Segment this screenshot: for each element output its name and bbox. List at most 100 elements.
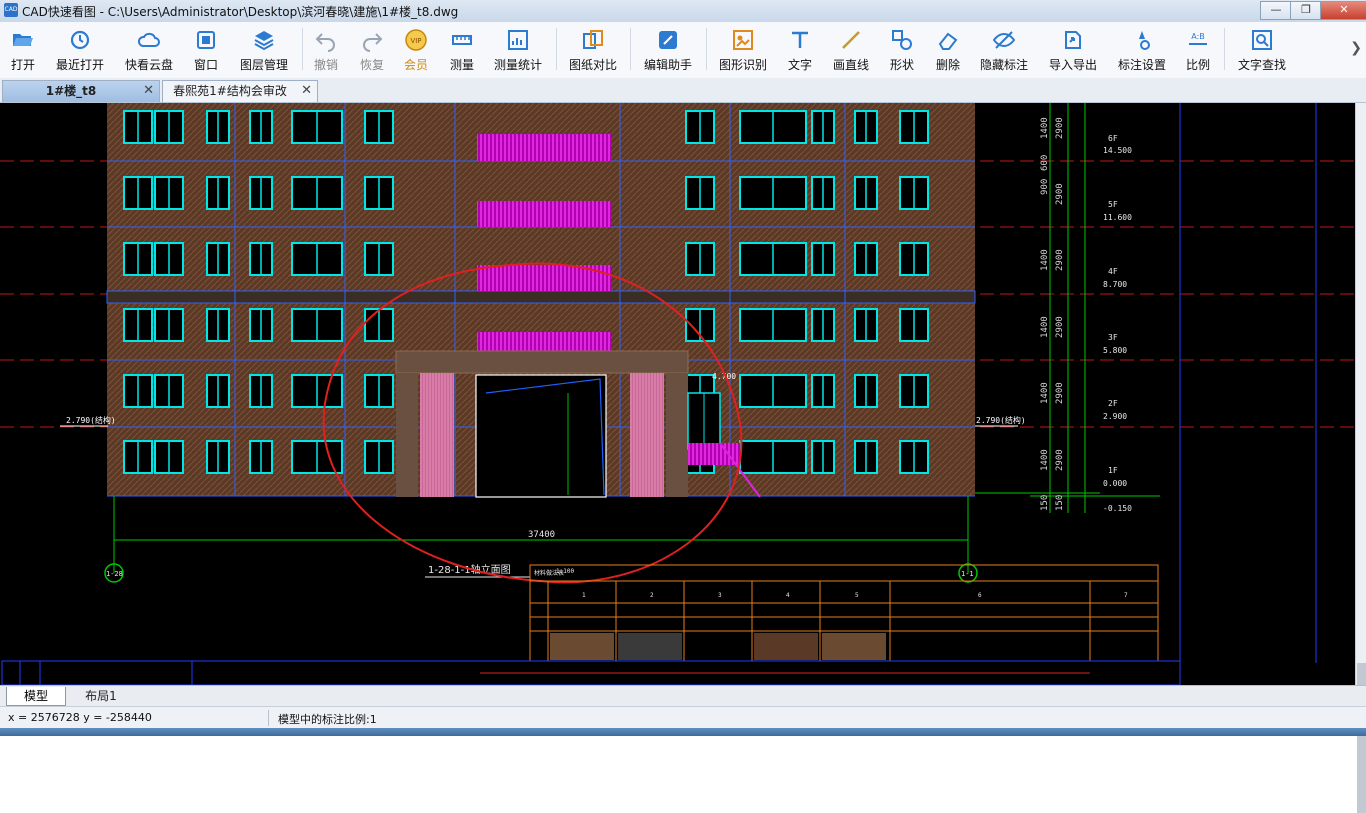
recent-button[interactable]: 最近打开 (52, 25, 108, 75)
edit-assistant-label: 编辑助手 (643, 58, 692, 72)
measure-stats-icon (508, 30, 528, 50)
shapes-label: 形状 (889, 58, 914, 72)
svg-text:5.800: 5.800 (1103, 346, 1127, 355)
open-button[interactable]: 打开 (2, 25, 44, 75)
delete-button[interactable]: 删除 (930, 25, 966, 75)
window-label: 窗口 (193, 58, 218, 72)
svg-text:3: 3 (718, 592, 722, 599)
shape-recognize-button[interactable]: 图形识别 (714, 25, 772, 75)
annotation-settings-button[interactable]: 标注设置 (1114, 25, 1170, 75)
tab-model[interactable]: 模型 (6, 687, 66, 706)
svg-text:7: 7 (1124, 592, 1128, 599)
right-dimensions (975, 103, 1160, 513)
scale-icon: A:B (1189, 32, 1207, 45)
measure-label: 测量 (449, 58, 474, 72)
window-icon (197, 31, 215, 49)
toolbar-more-icon[interactable]: ❯ (1350, 40, 1362, 56)
svg-text:1400: 1400 (1040, 117, 1050, 139)
maximize-button[interactable]: ❐ (1290, 1, 1322, 20)
material-table (529, 564, 1159, 662)
redo-label: 恢复 (359, 58, 384, 72)
svg-text:A:B: A:B (1191, 32, 1205, 41)
svg-text:2900: 2900 (1055, 249, 1065, 271)
measure-stats-button[interactable]: 测量统计 (490, 25, 546, 75)
svg-text:1400: 1400 (1040, 316, 1050, 338)
compare-button[interactable]: 图纸对比 (564, 25, 622, 75)
cloud-icon (137, 32, 160, 47)
layers-label: 图层管理 (239, 58, 288, 72)
svg-text:2900: 2900 (1055, 316, 1065, 338)
close-window-button[interactable]: ✕ (1320, 1, 1366, 20)
tab-layout1[interactable]: 布局1 (72, 687, 130, 705)
text-label: 文字 (787, 58, 812, 72)
hide-annotation-button[interactable]: 隐藏标注 (976, 25, 1032, 75)
annotation-settings-label: 标注设置 (1117, 58, 1166, 72)
svg-text:4F: 4F (1108, 267, 1118, 276)
svg-text:2900: 2900 (1055, 183, 1065, 205)
cloud-label: 快看云盘 (124, 58, 173, 72)
text-search-label: 文字查找 (1237, 58, 1286, 72)
cad-drawing: 2900 2900 2900 2900 2900 2900 1400 600 9… (0, 103, 1355, 685)
vip-icon: VIP (405, 29, 427, 51)
toolbar-separator (630, 28, 631, 70)
svg-text:2900: 2900 (1055, 382, 1065, 404)
toolbar-separator (706, 28, 707, 70)
cursor-coordinates: x = 2576728 y = -258440 (8, 711, 152, 724)
svg-text:1400: 1400 (1040, 382, 1050, 404)
vertical-scrollbar[interactable] (1355, 103, 1366, 813)
layers-button[interactable]: 图层管理 (236, 25, 292, 75)
import-export-button[interactable]: 导入导出 (1044, 25, 1102, 75)
svg-text:2.790(结构): 2.790(结构) (976, 415, 1026, 425)
svg-text:6: 6 (978, 592, 982, 599)
compare-label: 图纸对比 (568, 58, 617, 72)
svg-text:6F: 6F (1108, 134, 1118, 143)
shape-recognize-icon (733, 30, 753, 50)
shape-recognize-label: 图形识别 (718, 58, 767, 72)
edit-assistant-button[interactable]: 编辑助手 (638, 25, 698, 75)
draw-line-button[interactable]: 画直线 (828, 25, 874, 75)
toolbar-separator (1224, 28, 1225, 70)
title-bar: CAD CAD快速看图 - C:\Users\Administrator\Des… (0, 0, 1366, 23)
window-button[interactable]: 窗口 (188, 25, 224, 75)
tab-1-building[interactable]: 1#楼_t8 ✕ (2, 80, 160, 102)
shapes-button[interactable]: 形状 (884, 25, 920, 75)
svg-text:4: 4 (786, 592, 790, 599)
window-title: CAD快速看图 - C:\Users\Administrator\Desktop… (22, 5, 459, 19)
tab-label: 1#楼_t8 (45, 84, 97, 98)
svg-text:5: 5 (855, 592, 859, 599)
measure-button[interactable]: 测量 (444, 25, 480, 75)
toolbar-separator (556, 28, 557, 70)
scale-button[interactable]: A:B 比例 (1180, 25, 1216, 75)
vip-button[interactable]: VIP 会员 (398, 25, 434, 75)
undo-button[interactable]: 撤销 (308, 25, 344, 75)
redo-button[interactable]: 恢复 (354, 25, 390, 75)
svg-text:14.500: 14.500 (1103, 146, 1132, 155)
svg-text:900: 900 (1040, 179, 1050, 195)
text-search-icon (1252, 30, 1272, 50)
svg-text:1400: 1400 (1040, 249, 1050, 271)
cloud-button[interactable]: 快看云盘 (120, 25, 178, 75)
svg-text:8.700: 8.700 (1103, 280, 1127, 289)
minimize-button[interactable]: — (1260, 1, 1292, 20)
text-search-button[interactable]: 文字查找 (1232, 25, 1292, 75)
svg-text:2900: 2900 (1055, 449, 1065, 471)
svg-text:2900: 2900 (1055, 117, 1065, 139)
os-taskbar (0, 728, 1366, 736)
tab-chunxiyuan[interactable]: 春熙苑1#结构会审改 ✕ (162, 80, 318, 102)
tab-label: 春熙苑1#结构会审改 (173, 84, 287, 98)
undo-icon (315, 33, 335, 52)
text-button[interactable]: 文字 (782, 25, 818, 75)
toolbar-separator (302, 28, 303, 70)
close-tab-icon[interactable]: ✕ (301, 81, 312, 101)
close-tab-icon[interactable]: ✕ (143, 81, 154, 101)
svg-text:5F: 5F (1108, 200, 1118, 209)
svg-text:3F: 3F (1108, 333, 1118, 342)
svg-text:-0.150: -0.150 (1103, 504, 1132, 513)
status-bar: x = 2576728 y = -258440 模型中的标注比例:1 (0, 706, 1366, 729)
line-icon (842, 31, 860, 49)
svg-text:37400: 37400 (528, 530, 555, 540)
import-export-icon (1065, 31, 1081, 49)
hide-annotation-icon (992, 31, 1016, 49)
drawing-canvas[interactable]: 2900 2900 2900 2900 2900 2900 1400 600 9… (0, 103, 1355, 685)
title-block-fragment (1, 660, 1181, 685)
